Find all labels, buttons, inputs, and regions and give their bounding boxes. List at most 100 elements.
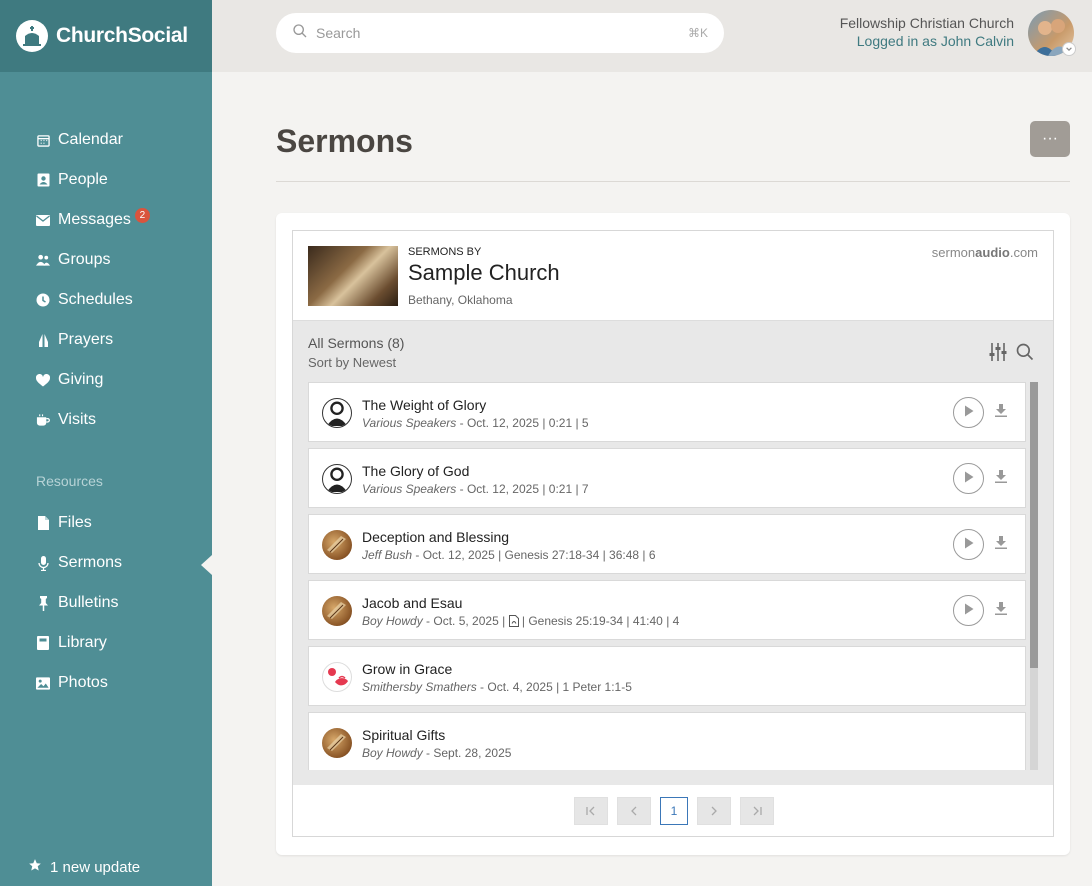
logo-suffix: .com — [1009, 245, 1038, 260]
sidebar-item-visits[interactable]: Visits — [0, 400, 212, 440]
sidebar-item-label: Calendar — [58, 131, 123, 148]
sermon-meta: Various Speakers - Oct. 12, 2025 | 0:21 … — [362, 416, 589, 430]
sidebar-item-messages[interactable]: Messages 2 — [0, 200, 212, 240]
speaker-thumbnail — [322, 662, 352, 692]
sidebar-item-library[interactable]: Library — [0, 623, 212, 663]
play-icon — [964, 404, 974, 422]
clock-icon — [36, 293, 50, 307]
sermon-details: - Oct. 12, 2025 | Genesis 27:18-34 | 36:… — [412, 548, 656, 562]
sermon-speaker[interactable]: Boy Howdy — [362, 746, 423, 760]
sermon-row[interactable]: Grow in Grace Smithersby Smathers - Oct. … — [308, 646, 1026, 706]
download-button[interactable] — [994, 536, 1008, 554]
all-sermons-text: All Sermons — [308, 335, 384, 351]
brand[interactable]: ChurchSocial — [0, 0, 212, 72]
more-options-button[interactable]: ··· — [1030, 121, 1070, 157]
sermon-row[interactable]: Jacob and Esau Boy Howdy - Oct. 5, 2025 |… — [308, 580, 1026, 640]
new-update-link[interactable]: 1 new update — [28, 858, 140, 876]
sort-label[interactable]: Sort by Newest — [308, 355, 396, 370]
calendar-icon — [36, 133, 50, 147]
sidebar-item-giving[interactable]: Giving — [0, 360, 212, 400]
sermon-row[interactable]: Spiritual Gifts Boy Howdy - Sept. 28, 202… — [308, 712, 1026, 770]
first-page-button[interactable] — [574, 797, 608, 825]
sermon-details: - Sept. 28, 2025 — [422, 746, 512, 760]
sermons-card: SERMONS BY Sample Church Bethany, Oklaho… — [276, 213, 1070, 855]
sidebar-item-label: Prayers — [58, 331, 114, 348]
sermon-title[interactable]: Deception and Blessing — [362, 529, 509, 545]
search-input[interactable] — [316, 25, 688, 41]
star-icon — [28, 858, 42, 876]
search-icon — [292, 23, 308, 44]
download-button[interactable] — [994, 470, 1008, 487]
sidebar-item-label: Messages — [58, 211, 131, 228]
list-scrollbar[interactable] — [1030, 382, 1038, 770]
sermon-meta: Various Speakers - Oct. 12, 2025 | 0:21 … — [362, 482, 589, 496]
sermon-title[interactable]: Grow in Grace — [362, 661, 452, 677]
sermon-meta: Boy Howdy - Oct. 5, 2025 | | Genesis 25:… — [362, 614, 679, 630]
current-page[interactable]: 1 — [660, 797, 688, 825]
sermonaudio-logo[interactable]: sermonaudio.com — [932, 245, 1038, 260]
church-image — [308, 246, 398, 306]
logo-bold: audio — [975, 245, 1010, 260]
sidebar-item-groups[interactable]: Groups — [0, 240, 212, 280]
prev-page-button[interactable] — [617, 797, 651, 825]
search-icon[interactable] — [1015, 342, 1035, 367]
next-page-button[interactable] — [697, 797, 731, 825]
church-location: Bethany, Oklahoma — [408, 293, 513, 307]
sermon-row[interactable]: Deception and Blessing Jeff Bush - Oct. 1… — [308, 514, 1026, 574]
download-icon — [995, 536, 1007, 554]
last-page-button[interactable] — [740, 797, 774, 825]
church-title[interactable]: Sample Church — [408, 260, 560, 286]
play-icon — [964, 470, 974, 488]
update-label: 1 new update — [50, 858, 141, 876]
sidebar-item-schedules[interactable]: Schedules — [0, 280, 212, 320]
sermon-title[interactable]: Spiritual Gifts — [362, 727, 445, 743]
sidebar-item-calendar[interactable]: Calendar — [0, 120, 212, 160]
download-button[interactable] — [994, 404, 1008, 421]
sermon-count: (8) — [387, 335, 405, 351]
chevron-down-icon[interactable] — [1062, 42, 1076, 56]
sermon-row[interactable]: The Weight of Glory Various Speakers - Oc… — [308, 382, 1026, 442]
play-icon — [964, 536, 974, 554]
scroll-thumb[interactable] — [1030, 382, 1038, 668]
sermon-list-panel: All Sermons (8) Sort by Newest The Weigh… — [293, 321, 1053, 785]
search-shortcut: ⌘K — [687, 26, 708, 40]
play-button[interactable] — [953, 595, 984, 626]
praying-hands-icon — [36, 333, 50, 347]
speaker-thumbnail — [322, 398, 352, 428]
sermon-speaker[interactable]: Various Speakers — [362, 416, 456, 430]
user-info[interactable]: Fellowship Christian Church Logged in as… — [840, 15, 1014, 49]
sermon-title[interactable]: Jacob and Esau — [362, 595, 462, 611]
sermon-title[interactable]: The Weight of Glory — [362, 397, 486, 413]
heart-icon — [36, 373, 50, 387]
sidebar-item-bulletins[interactable]: Bulletins — [0, 583, 212, 623]
play-button[interactable] — [953, 463, 984, 494]
sidebar-item-label: Bulletins — [58, 594, 119, 611]
sidebar-item-label: Groups — [58, 251, 111, 268]
title-divider — [276, 181, 1070, 182]
sermon-row[interactable]: The Glory of God Various Speakers - Oct. … — [308, 448, 1026, 508]
play-button[interactable] — [953, 397, 984, 428]
sidebar-item-photos[interactable]: Photos — [0, 663, 212, 703]
search-box[interactable]: ⌘K — [276, 13, 724, 53]
sidebar-item-sermons[interactable]: Sermons — [0, 543, 212, 583]
coffee-icon — [36, 413, 50, 427]
play-button[interactable] — [953, 529, 984, 560]
file-icon — [36, 516, 50, 530]
unread-badge: 2 — [134, 207, 150, 223]
pdf-icon[interactable] — [508, 615, 519, 630]
sermon-title[interactable]: The Glory of God — [362, 463, 469, 479]
sidebar-item-prayers[interactable]: Prayers — [0, 320, 212, 360]
download-button[interactable] — [994, 602, 1008, 619]
sermon-speaker[interactable]: Smithersby Smathers — [362, 680, 477, 694]
speaker-thumbnail — [322, 530, 352, 560]
sidebar-item-label: Files — [58, 514, 92, 531]
filter-sliders-icon[interactable] — [989, 342, 1007, 367]
sidebar-item-people[interactable]: People — [0, 160, 212, 200]
sermon-speaker[interactable]: Jeff Bush — [362, 548, 412, 562]
speaker-thumbnail — [322, 596, 352, 626]
sidebar-item-files[interactable]: Files — [0, 503, 212, 543]
widget-header: SERMONS BY Sample Church Bethany, Oklaho… — [293, 231, 1053, 321]
resources-heading: Resources — [36, 473, 103, 489]
sermon-speaker[interactable]: Various Speakers — [362, 482, 456, 496]
sermon-speaker[interactable]: Boy Howdy — [362, 614, 423, 628]
